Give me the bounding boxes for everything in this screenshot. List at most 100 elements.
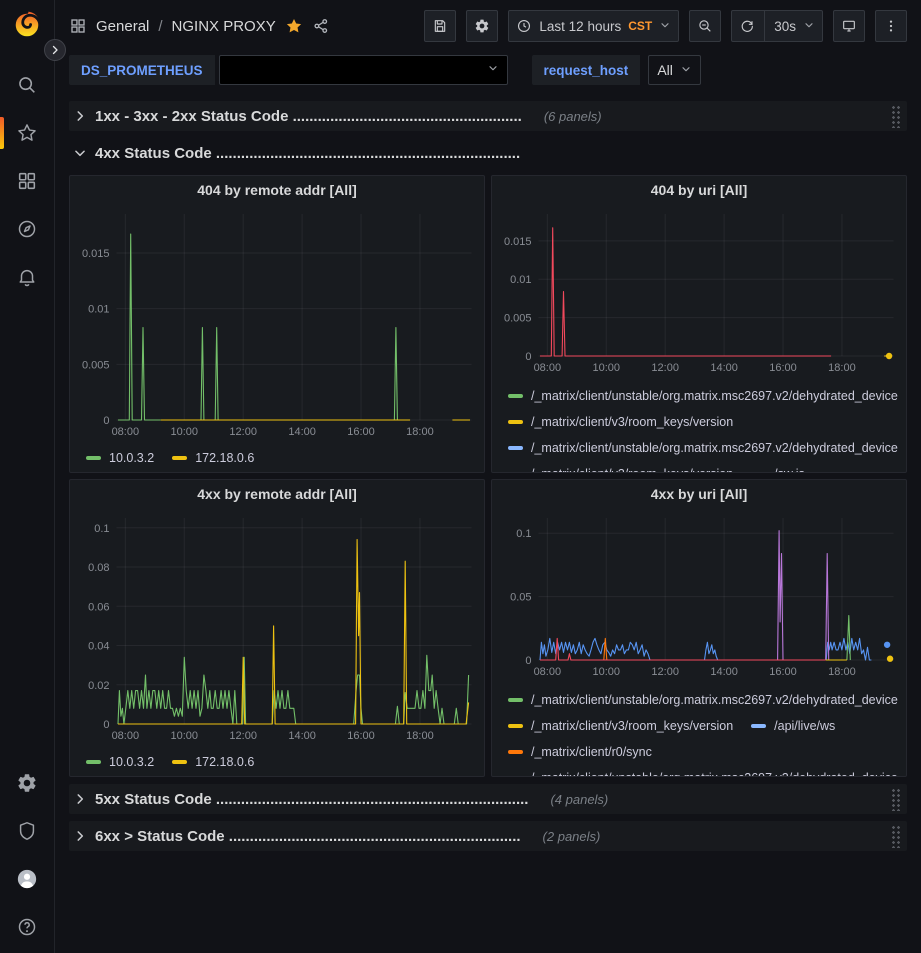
legend-label: 172.18.0.6 (195, 755, 254, 769)
sidebar-item-starred[interactable] (0, 117, 55, 149)
x-axis-tick: 08:00 (534, 666, 562, 678)
legend-item[interactable]: 172.18.0.6 (172, 451, 254, 465)
x-axis-tick: 16:00 (347, 730, 375, 742)
row-6xx-status-code[interactable]: 6xx > Status Code ......................… (69, 821, 907, 851)
request-host-variable-select[interactable]: All (648, 55, 701, 85)
series-line (540, 228, 831, 356)
refresh-icon (739, 18, 755, 34)
panel-404-by-uri: 404 by uri [All] 00.0050.010.01508:0010:… (491, 175, 907, 473)
row-drag-handle[interactable] (890, 104, 901, 128)
row-1xx-3xx-2xx-status-code[interactable]: 1xx - 3xx - 2xx Status Code ............… (69, 101, 907, 131)
row-5xx-status-code[interactable]: 5xx Status Code ........................… (69, 784, 907, 814)
sidebar-item-server-admin[interactable] (0, 815, 55, 847)
legend-item[interactable]: /_matrix/client/r0/sync (508, 745, 652, 759)
dashboard-title[interactable]: NGINX PROXY (172, 18, 276, 35)
legend-item[interactable]: /_matrix/client/v3/room_keys/version (508, 719, 733, 733)
x-axis-tick: 16:00 (769, 666, 797, 678)
panel-legend: /_matrix/client/unstable/org.matrix.msc2… (494, 687, 904, 776)
legend-swatch-icon (508, 698, 523, 702)
cycle-view-mode-button[interactable] (833, 10, 865, 42)
shield-icon (16, 820, 38, 842)
legend-item[interactable]: /_matrix/client/unstable/org.matrix.msc2… (508, 389, 898, 403)
y-axis-tick: 0.005 (82, 359, 110, 371)
panel-title[interactable]: 4xx by uri [All] (492, 480, 906, 508)
chart-svg[interactable]: 00.020.040.060.080.108:0010:0012:0014:00… (72, 508, 482, 746)
refresh-interval-label: 30s (774, 19, 796, 34)
legend-item[interactable]: 172.18.0.6 (172, 755, 254, 769)
grafana-logo[interactable] (11, 9, 43, 41)
dashboard-header: General / NGINX PROXY (55, 0, 921, 52)
legend-item[interactable]: /_matrix/client/unstable/org.matrix.msc2… (508, 693, 898, 707)
chart-404-by-remote-addr: 00.0050.010.01508:0010:0012:0014:0016:00… (70, 204, 484, 472)
row-title: 5xx Status Code (95, 791, 212, 808)
share-icon[interactable] (312, 17, 330, 35)
series-line (847, 616, 850, 660)
series-point (884, 642, 890, 648)
sidebar-item-search[interactable] (0, 69, 55, 101)
x-axis-tick: 10:00 (592, 666, 620, 678)
legend-row: /_matrix/client/v3/room_keys/version/api… (508, 713, 904, 739)
datasource-variable-select[interactable] (219, 55, 508, 85)
request-host-variable-label[interactable]: request_host (532, 55, 641, 85)
panel-title[interactable]: 404 by remote addr [All] (70, 176, 484, 204)
kebab-menu-button[interactable] (875, 10, 907, 42)
legend-item[interactable]: /_matrix/client/unstable/org.matrix.msc2… (508, 771, 898, 776)
legend-item[interactable]: /api/live/ws (751, 719, 835, 733)
sidebar-item-dashboards[interactable] (0, 165, 55, 197)
legend-item[interactable]: 10.0.3.2 (86, 755, 154, 769)
chevron-right-icon (73, 829, 87, 843)
zoom-out-time-button[interactable] (689, 10, 721, 42)
panel-title[interactable]: 4xx by remote addr [All] (70, 480, 484, 508)
row-drag-handle[interactable] (890, 787, 901, 811)
panel-4xx-by-uri: 4xx by uri [All] 00.050.108:0010:0012:00… (491, 479, 907, 777)
y-axis-tick: 0.005 (504, 313, 532, 325)
gear-icon (474, 18, 490, 34)
sidebar-expand-button[interactable] (44, 39, 66, 61)
dashboard-settings-button[interactable] (466, 10, 498, 42)
legend-item[interactable]: /_matrix/client/unstable/org.matrix.msc2… (508, 441, 898, 455)
sidebar-item-configuration[interactable] (0, 767, 55, 799)
series-line (195, 328, 223, 420)
breadcrumb-folder[interactable]: General (96, 18, 149, 35)
legend-item[interactable]: 10.0.3.2 (86, 451, 154, 465)
legend-label: /_matrix/client/unstable/org.matrix.msc2… (531, 441, 898, 455)
chevron-right-icon (73, 109, 87, 123)
legend-label: 172.18.0.6 (195, 451, 254, 465)
timezone-label: CST (628, 19, 652, 33)
legend-label: /_matrix/client/v3/room_keys/version (531, 467, 733, 472)
panel-404-by-remote-addr: 404 by remote addr [All] 00.0050.010.015… (69, 175, 485, 473)
chart-svg[interactable]: 00.050.108:0010:0012:0014:0016:0018:00 (494, 508, 904, 682)
save-dashboard-button[interactable] (424, 10, 456, 42)
sidebar-item-profile[interactable] (0, 863, 55, 895)
legend-swatch-icon (508, 394, 523, 398)
chevron-down-icon (803, 19, 815, 31)
sidebar-item-help[interactable] (0, 911, 55, 943)
legend-item[interactable]: /_matrix/client/v3/room_keys/version (508, 467, 733, 472)
favorite-star-button[interactable] (285, 17, 303, 35)
legend-item[interactable]: /_matrix/client/v3/room_keys/version (508, 415, 733, 429)
sidebar-item-alerting[interactable] (0, 261, 55, 293)
legend-item[interactable]: /sw.js (751, 467, 805, 472)
sidebar-item-explore[interactable] (0, 213, 55, 245)
datasource-variable-label[interactable]: DS_PROMETHEUS (69, 55, 215, 85)
series-line (118, 655, 469, 724)
save-icon (432, 18, 448, 34)
legend-swatch-icon (86, 760, 101, 764)
breadcrumb: General / NGINX PROXY (69, 17, 330, 35)
x-axis-tick: 14:00 (710, 362, 738, 374)
panel-title[interactable]: 404 by uri [All] (492, 176, 906, 204)
x-axis-tick: 16:00 (769, 362, 797, 374)
legend-swatch-icon (172, 456, 187, 460)
chart-svg[interactable]: 00.0050.010.01508:0010:0012:0014:0016:00… (494, 204, 904, 378)
button-divider (764, 11, 765, 41)
row-4xx-status-code[interactable]: 4xx Status Code ........................… (69, 138, 907, 168)
x-axis-tick: 14:00 (710, 666, 738, 678)
x-axis-tick: 18:00 (828, 362, 856, 374)
refresh-picker[interactable]: 30s (731, 10, 823, 42)
chart-svg[interactable]: 00.0050.010.01508:0010:0012:0014:0016:00… (72, 204, 482, 442)
x-axis-tick: 18:00 (406, 426, 434, 438)
x-axis-tick: 08:00 (112, 426, 140, 438)
legend-swatch-icon (508, 446, 523, 450)
row-drag-handle[interactable] (890, 824, 901, 848)
time-range-picker[interactable]: Last 12 hours CST (508, 10, 679, 42)
